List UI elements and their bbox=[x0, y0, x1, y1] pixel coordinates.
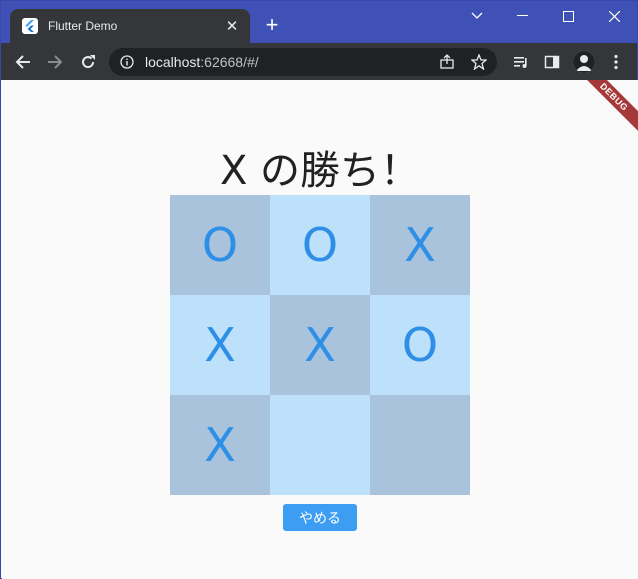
board-cell-5[interactable]: O bbox=[370, 295, 470, 395]
forward-arrow-icon[interactable] bbox=[42, 49, 68, 75]
close-window-button[interactable] bbox=[591, 1, 637, 31]
board-cell-0[interactable]: O bbox=[170, 195, 270, 295]
quit-button[interactable]: やめる bbox=[283, 504, 357, 531]
url-path: :62668/#/ bbox=[200, 54, 259, 70]
board-cell-4[interactable]: X bbox=[270, 295, 370, 395]
flutter-page: DEBUG X の勝ち！ O O X X X O X やめる bbox=[2, 80, 638, 579]
board-cell-8[interactable] bbox=[370, 395, 470, 495]
board-cell-2[interactable]: X bbox=[370, 195, 470, 295]
tab-flutter-demo[interactable]: Flutter Demo ✕ bbox=[10, 9, 250, 43]
page-title: X の勝ち！ bbox=[219, 148, 421, 194]
back-arrow-icon[interactable] bbox=[10, 49, 36, 75]
side-panel-icon[interactable] bbox=[539, 49, 565, 75]
browser-window: Flutter Demo ✕ + localhost:62668/#/ DEBU… bbox=[0, 0, 638, 579]
url-host: localhost bbox=[145, 54, 201, 70]
maximize-button[interactable] bbox=[545, 1, 591, 31]
tab-close-icon[interactable]: ✕ bbox=[224, 17, 240, 35]
reload-icon[interactable] bbox=[75, 49, 101, 75]
minimize-button[interactable] bbox=[499, 1, 545, 31]
board-cell-1[interactable]: O bbox=[270, 195, 370, 295]
address-bar[interactable]: localhost:62668/#/ bbox=[109, 48, 497, 76]
debug-banner: DEBUG bbox=[577, 80, 638, 134]
url-text[interactable]: localhost:62668/#/ bbox=[145, 54, 259, 70]
tab-search-icon[interactable] bbox=[454, 1, 500, 31]
flutter-icon bbox=[22, 18, 38, 34]
board-cell-3[interactable]: X bbox=[170, 295, 270, 395]
board-cell-7[interactable] bbox=[270, 395, 370, 495]
tab-title: Flutter Demo bbox=[48, 19, 118, 33]
browser-toolbar: localhost:62668/#/ bbox=[1, 43, 637, 80]
share-icon[interactable] bbox=[439, 54, 455, 75]
tic-tac-toe-board: O O X X X O X bbox=[170, 195, 470, 495]
media-playlist-icon[interactable] bbox=[508, 49, 534, 75]
board-cell-6[interactable]: X bbox=[170, 395, 270, 495]
bookmark-star-icon[interactable] bbox=[470, 53, 488, 75]
site-info-icon[interactable] bbox=[120, 55, 134, 74]
profile-avatar-icon[interactable] bbox=[573, 51, 595, 73]
new-tab-button[interactable]: + bbox=[261, 14, 283, 36]
tab-strip: Flutter Demo ✕ + bbox=[1, 1, 637, 43]
menu-kebab-icon[interactable] bbox=[603, 49, 629, 75]
